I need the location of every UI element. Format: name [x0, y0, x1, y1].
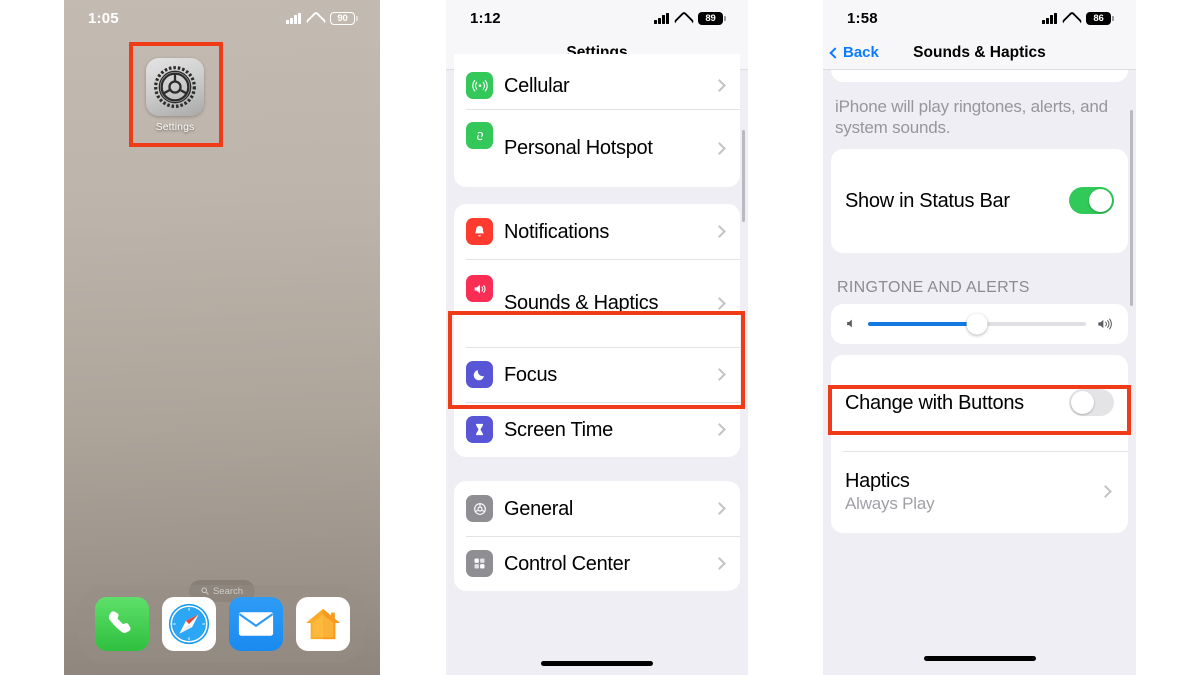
sounds-speaker-icon	[466, 275, 493, 302]
speaker-high-icon	[1098, 318, 1112, 329]
show-in-status-bar-toggle[interactable]	[1069, 187, 1114, 214]
battery-indicator: 86	[1086, 11, 1111, 25]
row-haptics[interactable]: Haptics Always Play	[831, 450, 1128, 533]
settings-row-label: General	[504, 497, 574, 520]
chevron-left-icon	[829, 46, 841, 59]
phone-panel-settings-list: 1:12 89 Settings Cellular Personal Hotsp…	[446, 0, 748, 675]
home-indicator	[923, 656, 1036, 661]
settings-group-notifications: Notifications Sounds & Haptics Focus Scr…	[454, 204, 740, 457]
chevron-right-icon	[1099, 485, 1112, 498]
screen-time-hourglass-icon	[466, 416, 493, 443]
slider-fill	[868, 321, 977, 326]
settings-row-personal-hotspot[interactable]: Personal Hotspot	[454, 109, 740, 187]
settings-app-label: Settings	[155, 121, 195, 133]
vertical-scrollbar[interactable]	[742, 130, 745, 222]
settings-row-focus[interactable]: Focus	[454, 347, 740, 402]
sounds-footnote: iPhone will play ringtones, alerts, and …	[835, 97, 1108, 138]
ringtone-volume-slider[interactable]	[868, 313, 1086, 334]
battery-nub-icon	[1112, 15, 1114, 21]
back-button-label: Back	[843, 44, 879, 61]
chevron-right-icon	[713, 296, 726, 310]
chevron-right-icon	[713, 557, 726, 570]
general-gear-icon	[466, 495, 493, 522]
row-change-with-buttons[interactable]: Change with Buttons	[831, 355, 1128, 451]
home-house-icon	[305, 608, 340, 640]
settings-row-general[interactable]: General	[454, 481, 740, 536]
clipped-card-top	[831, 70, 1128, 82]
sounds-options-card: Change with Buttons Haptics Always Play	[831, 354, 1128, 533]
sounds-scroll-area[interactable]: iPhone will play ringtones, alerts, and …	[823, 70, 1136, 675]
settings-row-label: Focus	[504, 363, 557, 386]
dock-item-safari[interactable]	[161, 597, 216, 651]
settings-row-label: Personal Hotspot	[504, 137, 653, 159]
back-button[interactable]: Back	[829, 44, 879, 61]
settings-row-label: Notifications	[504, 220, 610, 243]
settings-row-notifications[interactable]: Notifications	[454, 204, 740, 259]
phone-icon	[108, 611, 130, 633]
screenshot-stage: 1:05 90 Settings Search 1:12 89 Settings…	[0, 0, 1200, 675]
dock-item-phone[interactable]	[94, 597, 149, 651]
cellular-antenna-icon	[466, 72, 493, 99]
wifi-icon	[1060, 10, 1083, 32]
dock	[78, 585, 366, 663]
settings-row-sounds-haptics[interactable]: Sounds & Haptics	[454, 259, 740, 347]
battery-nub-icon	[724, 15, 726, 21]
settings-row-cellular[interactable]: Cellular	[454, 54, 740, 109]
settings-row-label: Control Center	[504, 552, 630, 575]
cellular-signal-icon	[654, 12, 669, 24]
mail-envelope-icon	[238, 612, 273, 636]
change-with-buttons-toggle[interactable]	[1069, 389, 1114, 416]
speaker-low-icon	[847, 319, 852, 328]
notifications-bell-icon	[466, 218, 493, 245]
page-title: Sounds & Haptics	[913, 43, 1046, 61]
ringtone-volume-card	[831, 303, 1128, 344]
haptics-label: Haptics	[845, 470, 910, 492]
settings-scroll-area[interactable]: Cellular Personal Hotspot Notifications …	[446, 54, 748, 675]
chevron-right-icon	[713, 368, 726, 381]
chevron-right-icon	[713, 502, 726, 515]
chevron-right-icon	[713, 225, 726, 238]
show-in-status-bar-label: Show in Status Bar	[845, 189, 1010, 212]
focus-moon-icon	[466, 361, 493, 388]
phone-panel-home-screen: 1:05 90 Settings Search	[64, 0, 380, 675]
status-bar-settings: 1:12 89	[446, 0, 748, 36]
dock-item-home[interactable]	[295, 597, 350, 651]
settings-group-general: General Control Center	[454, 481, 740, 591]
chevron-right-icon	[713, 423, 726, 436]
settings-row-label: Sounds & Haptics	[504, 292, 659, 314]
home-indicator	[541, 661, 653, 666]
settings-app-icon[interactable]: Settings	[144, 58, 206, 133]
status-bar-time: 1:12	[470, 9, 501, 27]
slider-thumb[interactable]	[966, 313, 988, 334]
ringtone-section-header: RINGTONE AND ALERTS	[837, 278, 1030, 296]
settings-group-connectivity: Cellular Personal Hotspot	[454, 54, 740, 187]
status-bar-sounds: 1:58 86	[823, 0, 1136, 36]
cellular-signal-icon	[1042, 12, 1057, 24]
settings-row-label: Cellular	[504, 74, 570, 97]
dock-item-mail[interactable]	[228, 597, 283, 651]
settings-row-label: Screen Time	[504, 418, 613, 441]
settings-row-control-center[interactable]: Control Center	[454, 536, 740, 591]
chevron-right-icon	[713, 141, 726, 155]
vertical-scrollbar[interactable]	[1130, 110, 1133, 306]
sounds-navbar: Back Sounds & Haptics	[823, 36, 1136, 70]
show-in-status-bar-card: Show in Status Bar	[831, 148, 1128, 253]
settings-gear-icon[interactable]	[146, 58, 204, 116]
safari-compass-icon	[168, 603, 209, 645]
hotspot-link-icon	[466, 122, 493, 149]
phone-panel-sounds-haptics: 1:58 86 Back Sounds & Haptics iPhone wil…	[823, 0, 1136, 675]
status-bar-time: 1:58	[847, 9, 878, 27]
haptics-value: Always Play	[845, 494, 935, 513]
control-center-icon	[466, 550, 493, 577]
chevron-right-icon	[713, 79, 726, 92]
settings-row-screen-time[interactable]: Screen Time	[454, 402, 740, 457]
change-with-buttons-label: Change with Buttons	[845, 391, 1024, 414]
wifi-icon	[672, 10, 695, 32]
battery-indicator: 89	[698, 11, 723, 25]
row-show-in-status-bar[interactable]: Show in Status Bar	[831, 149, 1128, 253]
